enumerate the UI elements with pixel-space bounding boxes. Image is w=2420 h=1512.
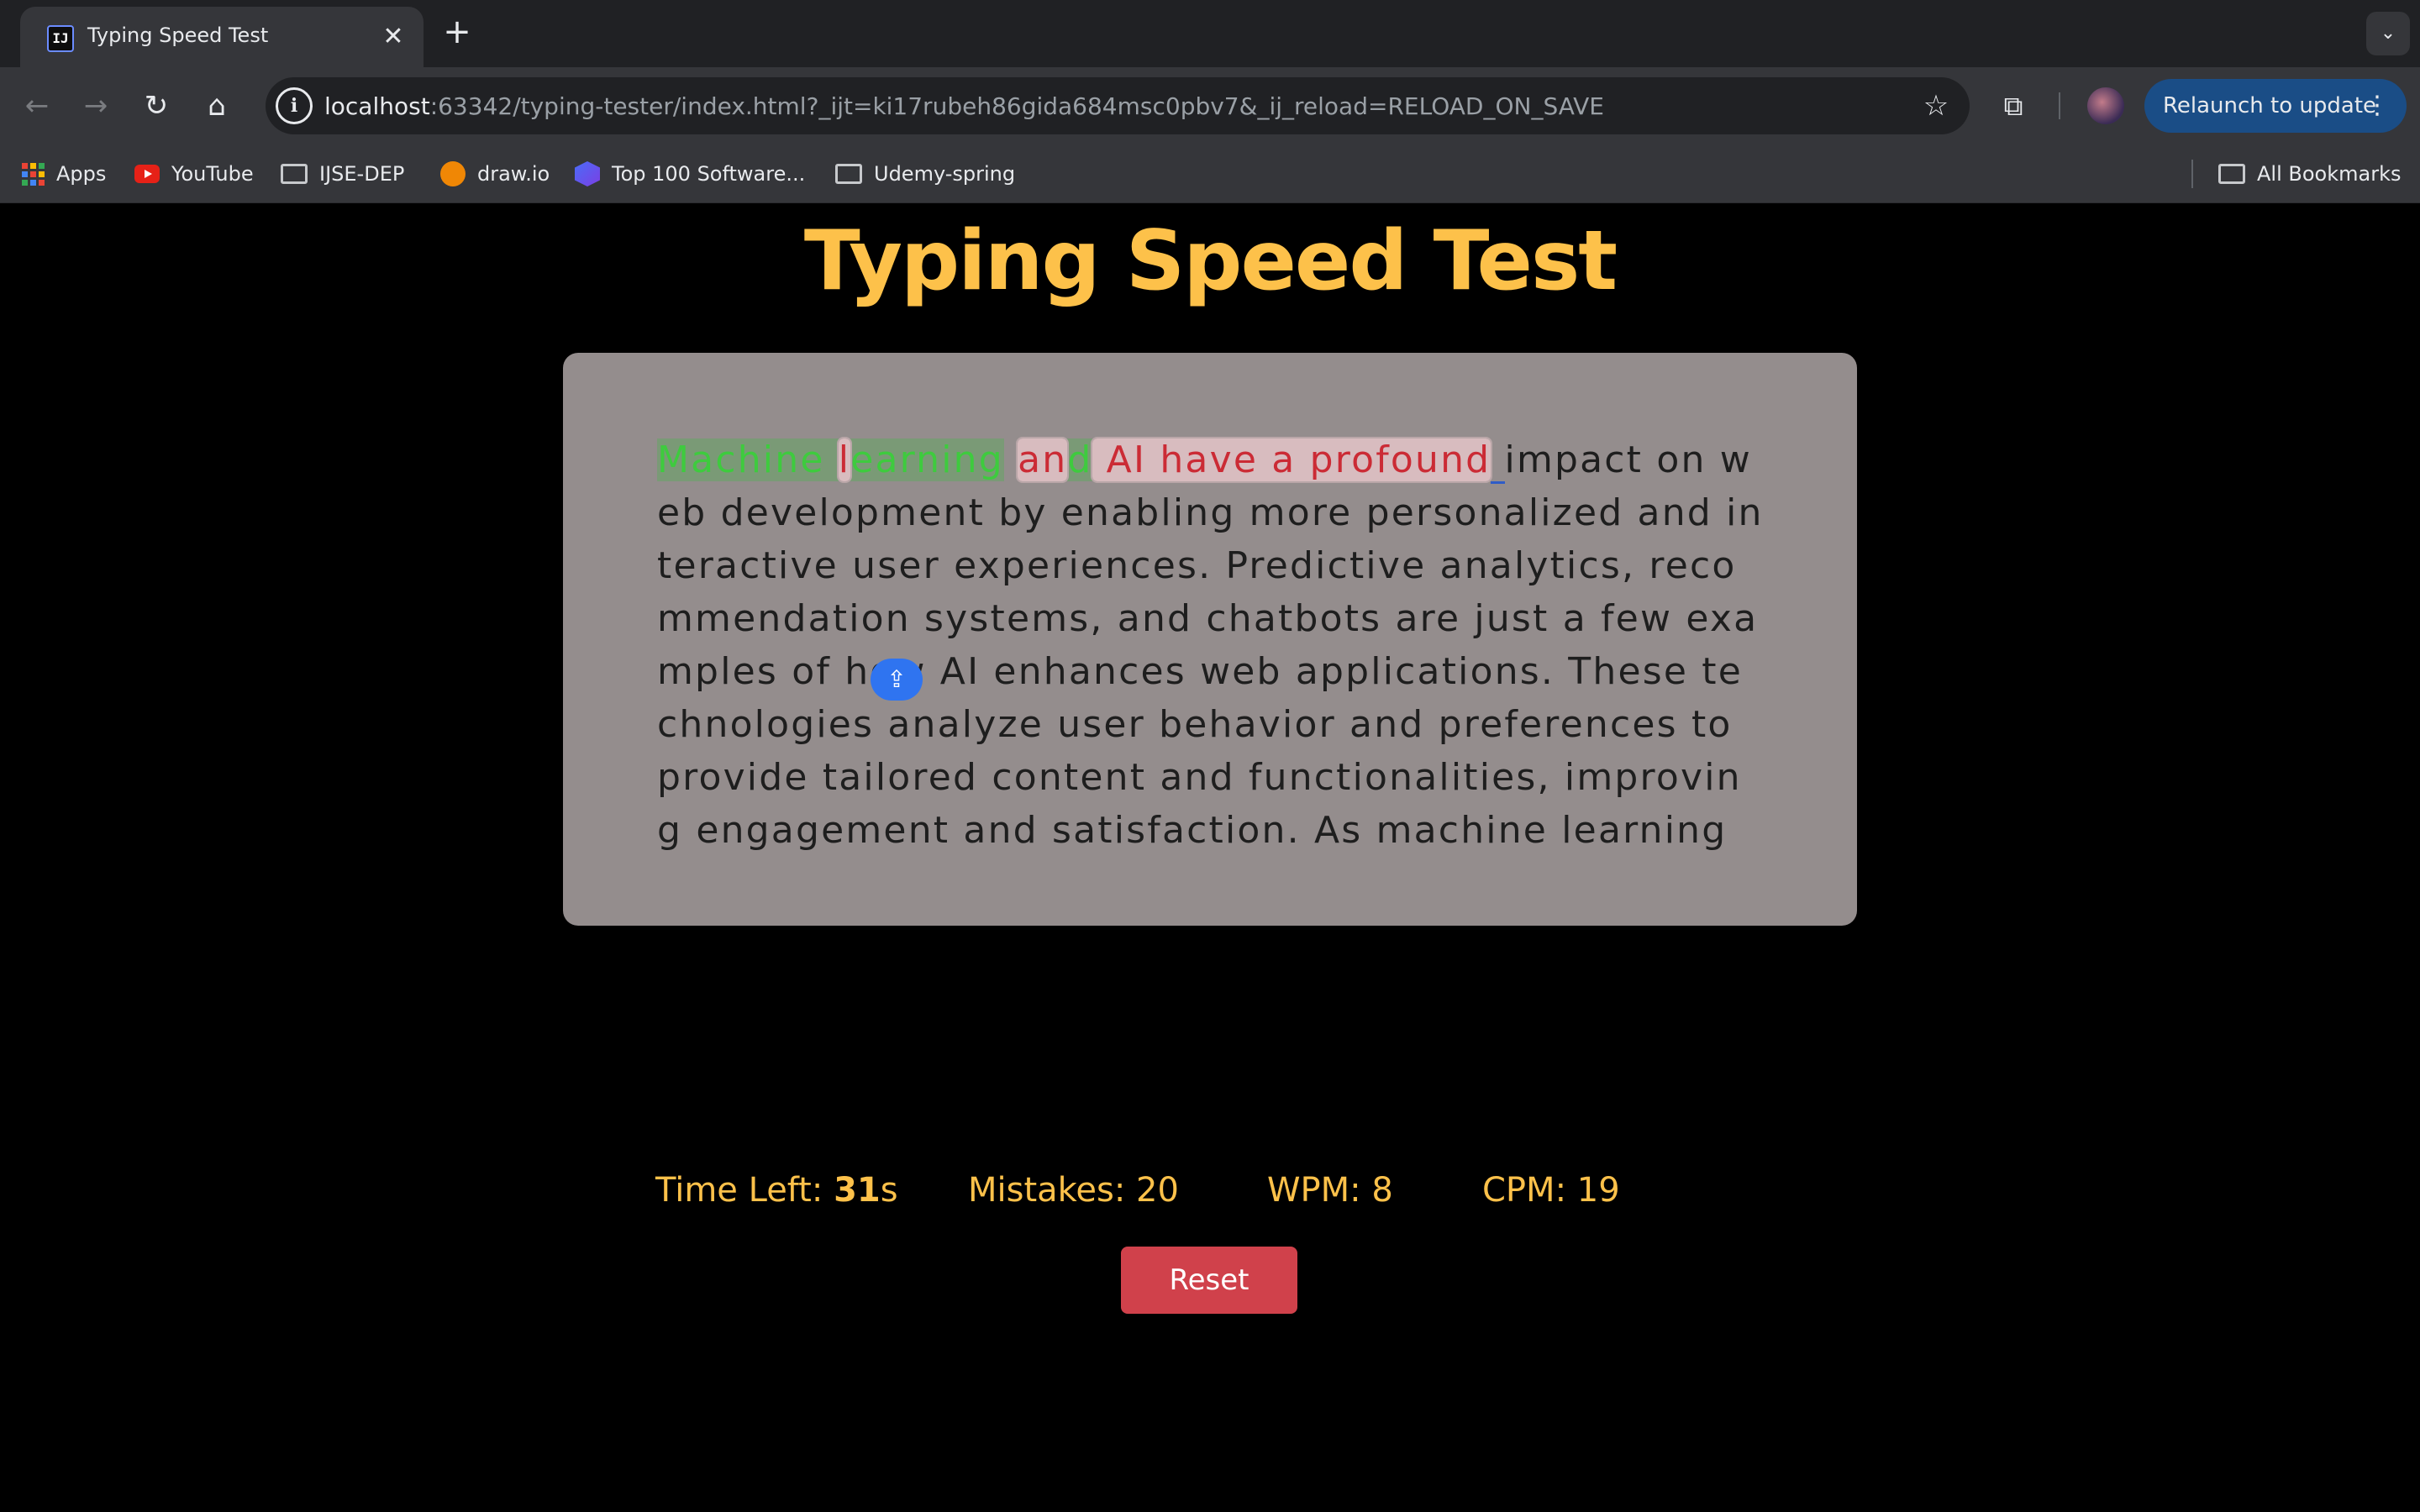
stats-row: Time Left: 31s Mistakes: 20 WPM: 8 CPM: … bbox=[0, 1171, 2420, 1221]
browser-tab[interactable]: IJ Typing Speed Test ✕ bbox=[20, 7, 424, 67]
mistakes-stat: Mistakes: 20 bbox=[968, 1171, 1179, 1210]
url-text[interactable]: localhost:63342/typing-tester/index.html… bbox=[324, 92, 1604, 120]
bookmark-ijse-dep[interactable]: IJSE-DEP bbox=[281, 160, 404, 188]
bookmark-udemy-spring[interactable]: Udemy-spring bbox=[835, 160, 1015, 188]
bookmark-label: Udemy-spring bbox=[874, 162, 1016, 186]
back-arrow-icon[interactable]: ← bbox=[17, 86, 57, 126]
bookmark-label: YouTube bbox=[171, 162, 254, 186]
active-character bbox=[1491, 438, 1505, 484]
url-path: :63342/typing-tester/index.html?_ijt=ki1… bbox=[429, 92, 1604, 120]
youtube-icon bbox=[134, 165, 160, 183]
toolbar-divider bbox=[2059, 92, 2060, 119]
extensions-puzzle-icon[interactable]: ⧉ bbox=[1993, 86, 2033, 126]
bookmark-star-icon[interactable]: ☆ bbox=[1916, 86, 1956, 126]
typed-incorrect-text: AI have a profound bbox=[1091, 437, 1493, 483]
forward-arrow-icon[interactable]: → bbox=[76, 86, 116, 126]
bookmark-top-100-software[interactable]: Top 100 Software... bbox=[575, 160, 805, 188]
browser-toolbar: ← → ↻ ⌂ i localhost:63342/typing-tester/… bbox=[0, 67, 2420, 144]
bookmark-label: draw.io bbox=[477, 162, 550, 186]
wpm-value: 8 bbox=[1371, 1171, 1393, 1210]
bookmark-drawio[interactable]: draw.io bbox=[440, 160, 550, 188]
mistakes-value: 20 bbox=[1136, 1171, 1179, 1210]
typed-correct-text: Machine bbox=[657, 438, 839, 481]
relaunch-to-update-button[interactable]: Relaunch to update ⋮ bbox=[2144, 79, 2407, 133]
address-bar[interactable]: i localhost:63342/typing-tester/index.ht… bbox=[266, 77, 1970, 134]
all-bookmarks-label: All Bookmarks bbox=[2257, 162, 2402, 186]
tab-title: Typing Speed Test bbox=[87, 24, 269, 47]
profile-avatar[interactable] bbox=[2087, 87, 2124, 124]
typed-correct-text: d bbox=[1067, 438, 1093, 481]
reload-icon[interactable]: ↻ bbox=[136, 86, 176, 126]
bookmark-label: Apps bbox=[56, 162, 107, 186]
cpm-stat: CPM: 19 bbox=[1482, 1171, 1620, 1210]
cpm-value: 19 bbox=[1576, 1171, 1620, 1210]
cpm-label: CPM: bbox=[1482, 1171, 1567, 1210]
folder-icon bbox=[2218, 164, 2245, 184]
typed-incorrect-text: an bbox=[1016, 437, 1070, 483]
tab-search-chevron-icon[interactable]: ⌄ bbox=[2366, 12, 2410, 55]
time-left-stat: Time Left: 31s bbox=[655, 1171, 898, 1210]
apps-grid-icon bbox=[22, 162, 45, 186]
site-info-icon[interactable]: i bbox=[276, 87, 313, 124]
mistakes-label: Mistakes: bbox=[968, 1171, 1126, 1210]
bookmark-label: IJSE-DEP bbox=[319, 162, 405, 186]
new-tab-icon[interactable]: + bbox=[440, 15, 474, 49]
bookmark-label: Top 100 Software... bbox=[612, 162, 806, 186]
bookmarks-bar: Apps YouTube IJSE-DEP draw.io Top 100 So… bbox=[0, 144, 2420, 203]
caps-input-indicator-icon: ⇪ bbox=[871, 659, 923, 701]
reset-button[interactable]: Reset bbox=[1121, 1247, 1297, 1314]
typing-paragraph[interactable]: Machine learning and AI have a profound … bbox=[657, 433, 1765, 853]
wpm-stat: WPM: 8 bbox=[1267, 1171, 1393, 1210]
typing-area[interactable]: Machine learning and AI have a profound … bbox=[563, 353, 1857, 926]
folder-icon bbox=[281, 164, 308, 184]
relaunch-label: Relaunch to update bbox=[2163, 93, 2377, 118]
time-left-value: 31 bbox=[834, 1171, 881, 1210]
wpm-label: WPM: bbox=[1267, 1171, 1361, 1210]
more-menu-icon[interactable]: ⋮ bbox=[2365, 79, 2390, 133]
bookmark-youtube[interactable]: YouTube bbox=[134, 160, 254, 188]
typed-incorrect-text: l bbox=[836, 437, 853, 483]
time-left-label: Time Left: bbox=[655, 1171, 823, 1210]
drawio-icon bbox=[440, 161, 466, 186]
remaining-text: impact on web development by enabling mo… bbox=[657, 438, 1764, 852]
all-bookmarks[interactable]: All Bookmarks bbox=[2218, 160, 2401, 188]
page-title: Typing Speed Test bbox=[803, 213, 1618, 309]
bookmarks-divider bbox=[2191, 160, 2193, 188]
home-icon[interactable]: ⌂ bbox=[197, 86, 237, 126]
intellij-favicon-icon: IJ bbox=[47, 25, 74, 52]
time-left-unit: s bbox=[880, 1171, 898, 1210]
folder-icon bbox=[835, 164, 862, 184]
close-tab-icon[interactable]: ✕ bbox=[376, 20, 410, 54]
tab-strip: IJ Typing Speed Test ✕ + ⌄ bbox=[0, 0, 2420, 67]
url-host: localhost bbox=[324, 92, 430, 120]
top100-logo-icon bbox=[575, 161, 600, 186]
bookmark-apps[interactable]: Apps bbox=[22, 160, 106, 188]
typed-correct-text: earning bbox=[850, 438, 1004, 481]
